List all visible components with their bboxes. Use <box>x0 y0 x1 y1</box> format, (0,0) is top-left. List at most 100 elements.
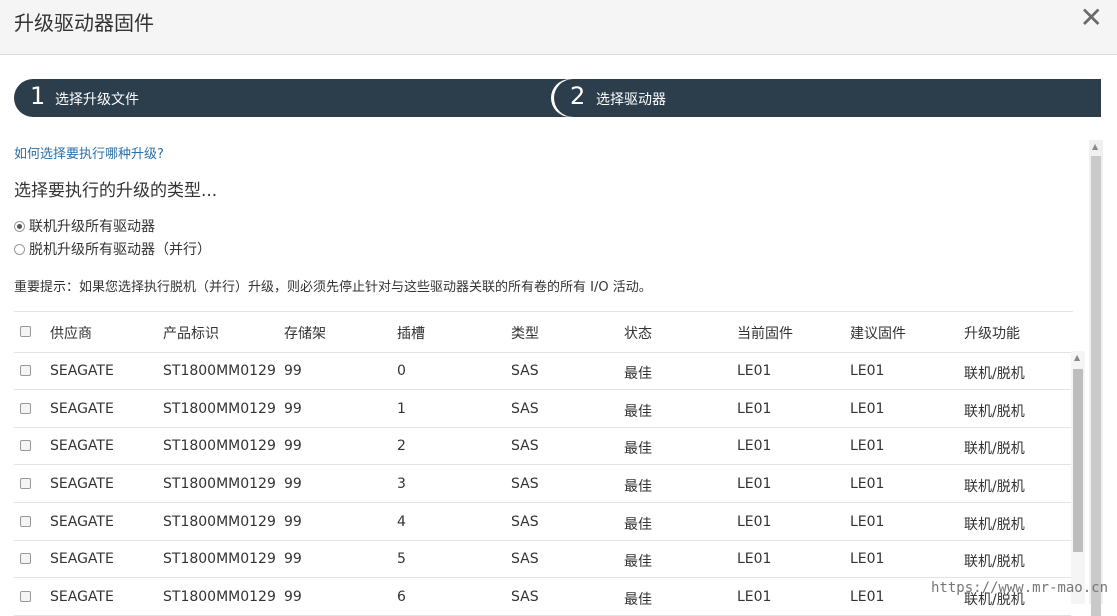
vendor-cell: SEAGATE <box>50 438 114 454</box>
shelf-cell: 99 <box>284 589 302 605</box>
suggested-firmware-cell: LE01 <box>850 438 885 454</box>
watermark: https://www.mr-mao.cn <box>931 580 1109 596</box>
upgrade-capability-cell: 联机/脱机 <box>964 554 1025 570</box>
product-id-cell: ST1800MM0129 <box>163 589 276 605</box>
option-online[interactable]: 联机升级所有驱动器 <box>14 216 155 236</box>
step-label: 选择升级文件 <box>55 92 139 108</box>
vendor-cell: SEAGATE <box>50 551 114 567</box>
help-link[interactable]: 如何选择要执行哪种升级? <box>14 143 164 162</box>
step-number: 2 <box>570 82 586 110</box>
slot-cell: 0 <box>397 363 406 379</box>
product-id-cell: ST1800MM0129 <box>163 363 276 379</box>
current-firmware-cell: LE01 <box>737 438 772 454</box>
current-firmware-cell: LE01 <box>737 476 772 492</box>
scrollbar-thumb[interactable] <box>1073 369 1083 552</box>
row-checkbox[interactable] <box>20 440 31 451</box>
type-cell: SAS <box>511 438 539 454</box>
shelf-cell: 99 <box>284 438 302 454</box>
section-title: 选择要执行的升级的类型... <box>14 181 218 201</box>
vendor-cell: SEAGATE <box>50 514 114 530</box>
column-header[interactable]: 当前固件 <box>737 323 793 343</box>
row-checkbox[interactable] <box>20 478 31 489</box>
status-cell: 最佳 <box>624 517 652 533</box>
row-checkbox[interactable] <box>20 516 31 527</box>
slot-cell: 1 <box>397 401 406 417</box>
table-row[interactable]: SEAGATE ST1800MM0129 99 3 SAS 最佳 LE01 LE… <box>14 465 1071 503</box>
vendor-cell: SEAGATE <box>50 401 114 417</box>
status-cell: 最佳 <box>624 592 652 608</box>
row-checkbox[interactable] <box>20 403 31 414</box>
upgrade-capability-cell: 联机/脱机 <box>964 366 1025 382</box>
slot-cell: 4 <box>397 514 406 530</box>
shelf-cell: 99 <box>284 551 302 567</box>
important-note: 重要提示：如果您选择执行脱机（并行）升级，则必须先停止针对与这些驱动器关联的所有… <box>14 280 652 295</box>
wizard-step-1[interactable]: 1 选择升级文件 <box>14 79 574 117</box>
table-row[interactable]: SEAGATE ST1800MM0129 99 4 SAS 最佳 LE01 LE… <box>14 503 1071 541</box>
column-header[interactable]: 状态 <box>624 323 652 343</box>
current-firmware-cell: LE01 <box>737 551 772 567</box>
dialog-header: 升级驱动器固件 ✕ <box>0 0 1117 55</box>
row-checkbox[interactable] <box>20 591 31 602</box>
slot-cell: 6 <box>397 589 406 605</box>
product-id-cell: ST1800MM0129 <box>163 551 276 567</box>
option-offline[interactable]: 脱机升级所有驱动器（并行） <box>14 239 211 259</box>
table-row[interactable]: SEAGATE ST1800MM0129 99 5 SAS 最佳 LE01 LE… <box>14 540 1071 578</box>
column-header[interactable]: 供应商 <box>50 323 92 343</box>
column-header[interactable]: 类型 <box>511 323 539 343</box>
type-cell: SAS <box>511 476 539 492</box>
scroll-up-icon[interactable]: ▲ <box>1074 353 1080 362</box>
slot-cell: 3 <box>397 476 406 492</box>
column-header[interactable]: 升级功能 <box>964 323 1020 343</box>
scroll-up-icon[interactable]: ▲ <box>1092 142 1098 151</box>
radio-button[interactable] <box>14 243 25 255</box>
wizard-steps: 1 选择升级文件 2 选择驱动器 <box>14 79 1101 117</box>
table-row[interactable]: SEAGATE ST1800MM0129 99 0 SAS 最佳 LE01 LE… <box>14 352 1071 390</box>
dialog-scrollbar[interactable]: ▲ <box>1089 140 1103 616</box>
shelf-cell: 99 <box>284 476 302 492</box>
type-cell: SAS <box>511 551 539 567</box>
type-cell: SAS <box>511 514 539 530</box>
column-header[interactable]: 产品标识 <box>163 323 219 343</box>
wizard-step-2[interactable]: 2 选择驱动器 <box>554 79 1101 117</box>
shelf-cell: 99 <box>284 401 302 417</box>
status-cell: 最佳 <box>624 366 652 382</box>
suggested-firmware-cell: LE01 <box>850 589 885 605</box>
select-all-checkbox[interactable] <box>20 326 31 337</box>
suggested-firmware-cell: LE01 <box>850 514 885 530</box>
vendor-cell: SEAGATE <box>50 363 114 379</box>
scrollbar-thumb[interactable] <box>1091 156 1101 616</box>
dialog-content: 如何选择要执行哪种升级? 选择要执行的升级的类型... 联机升级所有驱动器 脱机… <box>14 140 1088 616</box>
current-firmware-cell: LE01 <box>737 589 772 605</box>
product-id-cell: ST1800MM0129 <box>163 514 276 530</box>
current-firmware-cell: LE01 <box>737 514 772 530</box>
radio-button[interactable] <box>14 220 25 232</box>
status-cell: 最佳 <box>624 479 652 495</box>
row-checkbox[interactable] <box>20 553 31 564</box>
table-row[interactable]: SEAGATE ST1800MM0129 99 6 SAS 最佳 LE01 LE… <box>14 578 1071 616</box>
table-row[interactable]: SEAGATE ST1800MM0129 99 2 SAS 最佳 LE01 LE… <box>14 427 1071 465</box>
row-checkbox[interactable] <box>20 365 31 376</box>
table-row[interactable]: SEAGATE ST1800MM0129 99 1 SAS 最佳 LE01 LE… <box>14 390 1071 428</box>
vendor-cell: SEAGATE <box>50 589 114 605</box>
current-firmware-cell: LE01 <box>737 363 772 379</box>
shelf-cell: 99 <box>284 514 302 530</box>
current-firmware-cell: LE01 <box>737 401 772 417</box>
dialog-title: 升级驱动器固件 <box>14 11 154 35</box>
type-cell: SAS <box>511 401 539 417</box>
slot-cell: 2 <box>397 438 406 454</box>
vendor-cell: SEAGATE <box>50 476 114 492</box>
slot-cell: 5 <box>397 551 406 567</box>
product-id-cell: ST1800MM0129 <box>163 401 276 417</box>
upgrade-capability-cell: 联机/脱机 <box>964 404 1025 420</box>
table-scrollbar[interactable]: ▲ <box>1071 351 1085 604</box>
upgrade-capability-cell: 联机/脱机 <box>964 479 1025 495</box>
column-header[interactable]: 存储架 <box>284 323 326 343</box>
suggested-firmware-cell: LE01 <box>850 401 885 417</box>
suggested-firmware-cell: LE01 <box>850 551 885 567</box>
close-icon[interactable]: ✕ <box>1080 4 1103 32</box>
column-header[interactable]: 建议固件 <box>850 323 906 343</box>
status-cell: 最佳 <box>624 404 652 420</box>
suggested-firmware-cell: LE01 <box>850 363 885 379</box>
table-header: 供应商 产品标识 存储架 插槽 类型 状态 当前固件 建议固件 升级功能 <box>14 311 1073 353</box>
column-header[interactable]: 插槽 <box>397 323 425 343</box>
